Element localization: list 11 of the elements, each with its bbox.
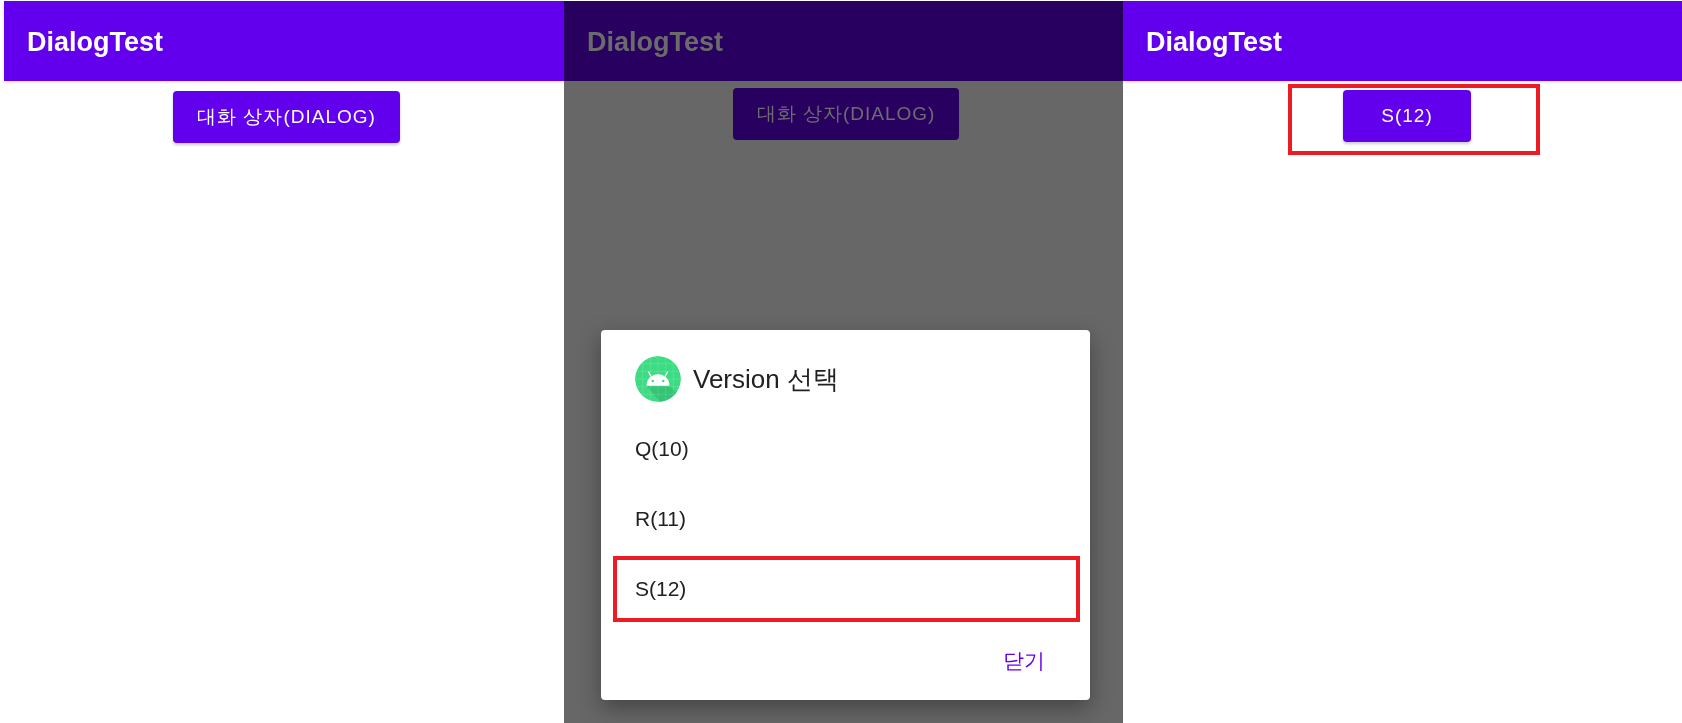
- list-option[interactable]: Q(10): [613, 416, 1080, 482]
- close-button[interactable]: 닫기: [991, 639, 1057, 683]
- list-option[interactable]: R(11): [613, 486, 1080, 552]
- action-button[interactable]: 대화 상자(DIALOG): [173, 91, 400, 143]
- robot-head-icon: [635, 356, 681, 402]
- app-bar-title: DialogTest: [587, 26, 723, 58]
- list-option[interactable]: S(12): [613, 556, 1080, 622]
- dialog-title: Version 선택: [693, 362, 839, 396]
- app-bar-title: DialogTest: [1146, 26, 1282, 58]
- action-button[interactable]: S(12): [1343, 90, 1471, 142]
- app-bar-title: DialogTest: [27, 26, 163, 58]
